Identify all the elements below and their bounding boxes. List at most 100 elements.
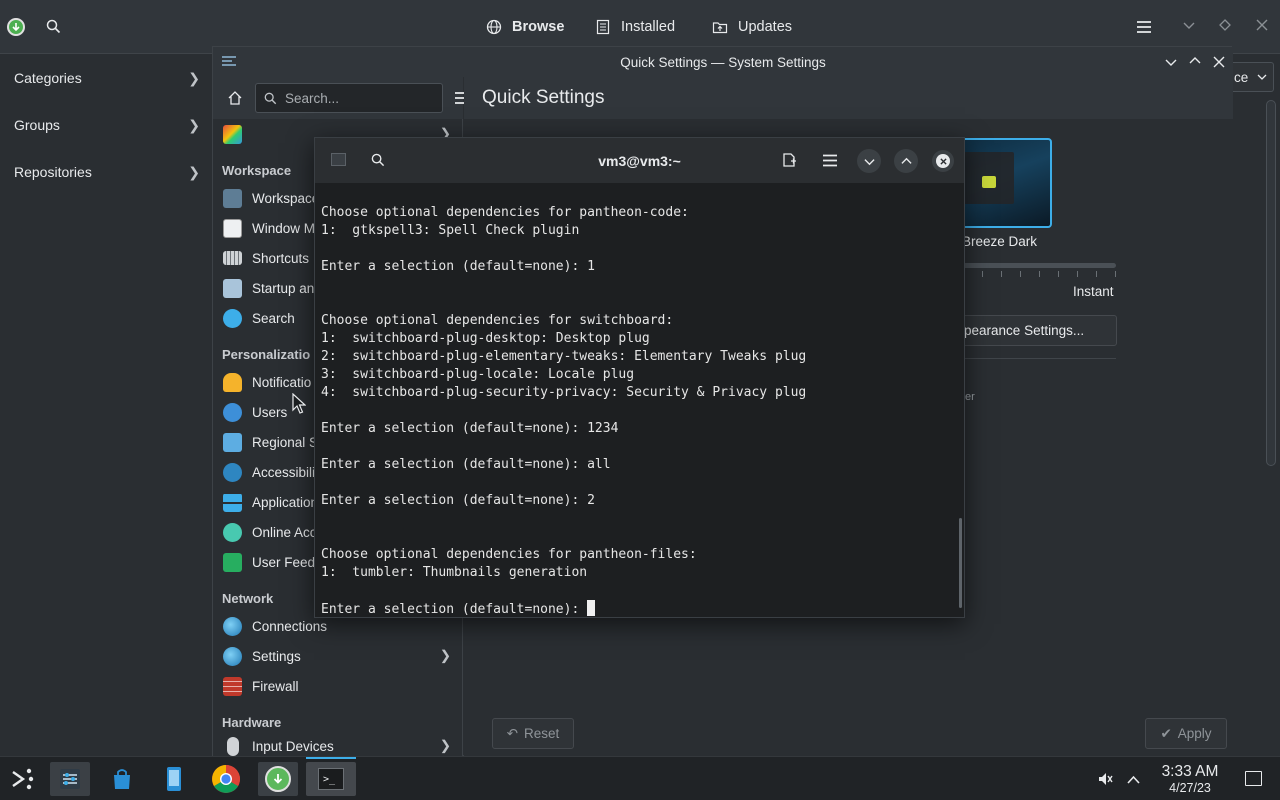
clock-date[interactable]: 4/27/23 xyxy=(1158,781,1222,795)
settings-search-input[interactable]: Search... xyxy=(255,83,443,113)
close-icon[interactable] xyxy=(1213,56,1225,71)
sidebar-item-label: Startup an xyxy=(252,280,315,296)
settings-search-row: Search... xyxy=(213,77,470,119)
mouse-icon xyxy=(227,736,239,756)
maximize-icon[interactable] xyxy=(894,149,918,173)
appearance-icon xyxy=(223,124,242,144)
divider xyxy=(944,358,1116,359)
taskbar-chrome[interactable] xyxy=(206,762,246,796)
section-header-personalization: Personalizatio xyxy=(222,347,311,362)
new-tab-icon[interactable] xyxy=(782,152,797,171)
sidebar-item-label: Workspace xyxy=(252,190,320,206)
animation-speed-slider[interactable] xyxy=(944,263,1116,268)
app-launcher-icon[interactable] xyxy=(8,765,36,793)
settings-window-title: Quick Settings — System Settings xyxy=(620,54,826,70)
section-header-network: Network xyxy=(222,591,274,606)
search-icon[interactable] xyxy=(371,153,385,170)
taskbar-konsole[interactable]: >_ xyxy=(306,762,356,796)
tab-browse-label: Browse xyxy=(512,19,565,35)
search-placeholder: Search... xyxy=(285,90,340,106)
bell-icon xyxy=(223,372,242,392)
chevron-right-icon: ❯ xyxy=(188,117,200,133)
checkmark-icon: ✔ xyxy=(1160,725,1172,741)
section-header-workspace: Workspace xyxy=(222,163,292,178)
close-icon[interactable] xyxy=(1256,19,1268,34)
clock-time[interactable]: 3:33 AM xyxy=(1158,763,1222,781)
theme-label: Breeze Dark xyxy=(962,234,1038,249)
terminal-line: Choose optional dependencies for pantheo… xyxy=(321,547,697,562)
terminal-line: Choose optional dependencies for pantheo… xyxy=(321,205,689,220)
chevron-right-icon: ❯ xyxy=(188,164,200,180)
settings-titlebar[interactable]: Quick Settings — System Settings xyxy=(213,47,1233,77)
minimize-icon[interactable] xyxy=(1183,19,1195,34)
sidebar-item-input-devices[interactable]: Input Devices ❯ xyxy=(213,735,463,757)
search-icon[interactable] xyxy=(46,19,61,37)
taskbar-discover-updater[interactable] xyxy=(258,762,298,796)
search-icon xyxy=(264,92,277,104)
terminal-line: Enter a selection (default=none): 1234 xyxy=(321,421,619,436)
terminal-output[interactable]: Choose optional dependencies for pantheo… xyxy=(321,204,951,618)
terminal-scrollbar[interactable] xyxy=(959,518,962,608)
tab-installed[interactable]: Installed xyxy=(595,14,675,40)
sidebar-item-groups[interactable]: Groups ❯ xyxy=(0,103,212,147)
terminal-line: Enter a selection (default=none): all xyxy=(321,457,611,472)
sidebar-item-network-settings[interactable]: Settings ❯ xyxy=(213,641,463,671)
konsole-window-title: vm3@vm3:~ xyxy=(598,152,681,169)
taskbar-file-manager[interactable] xyxy=(154,762,194,796)
apply-button[interactable]: ✔ Apply xyxy=(1145,718,1227,749)
konsole-titlebar[interactable]: vm3@vm3:~ xyxy=(315,138,964,183)
taskbar-discover[interactable] xyxy=(102,762,142,796)
animation-speed-label: Instant xyxy=(1073,284,1114,299)
terminal-line: 2: switchboard-plug-elementary-tweaks: E… xyxy=(321,349,807,364)
maximize-icon[interactable] xyxy=(1219,19,1231,34)
sidebar-item-categories[interactable]: Categories ❯ xyxy=(0,56,212,100)
tab-updates[interactable]: Updates xyxy=(712,14,792,40)
hamburger-menu-icon[interactable] xyxy=(1137,20,1151,37)
search-icon xyxy=(223,308,242,328)
sidebar-item-label: Settings xyxy=(252,648,301,664)
minimize-icon[interactable] xyxy=(857,149,881,173)
terminal-prompt-line[interactable]: Enter a selection (default=none): xyxy=(321,600,951,618)
sidebar-item-label: Input Devices xyxy=(252,738,334,754)
sidebar-item-label: Online Acc xyxy=(252,524,317,540)
show-desktop-icon[interactable] xyxy=(1245,771,1262,786)
sort-dropdown[interactable]: ce xyxy=(1230,62,1274,92)
globe-icon xyxy=(223,646,242,666)
terminal-line: 4: switchboard-plug-security-privacy: Se… xyxy=(321,385,807,400)
regional-icon xyxy=(223,432,242,452)
chevron-right-icon: ❯ xyxy=(188,70,200,86)
chevron-down-icon xyxy=(1257,74,1267,80)
workspace-behavior-icon xyxy=(223,188,242,208)
maximize-icon[interactable] xyxy=(1189,55,1201,70)
discover-scrollbar[interactable] xyxy=(1266,100,1276,466)
minimize-icon[interactable] xyxy=(1165,56,1177,71)
mouse-cursor-icon xyxy=(292,392,307,418)
sidebar-item-label: Connections xyxy=(252,618,328,634)
sidebar-item-label: Search xyxy=(252,310,295,326)
home-icon[interactable] xyxy=(227,90,243,109)
sidebar-item-firewall[interactable]: Firewall xyxy=(213,671,463,701)
sidebar-item-label: Categories xyxy=(14,70,82,86)
volume-muted-icon[interactable] xyxy=(1097,771,1113,790)
system-tray-expand-icon[interactable] xyxy=(1127,773,1140,788)
sidebar-item-label: Repositories xyxy=(14,164,92,180)
reset-button[interactable]: ↶ Reset xyxy=(492,718,574,749)
taskbar-active-indicator xyxy=(306,757,356,759)
sidebar-item-label: Window M xyxy=(252,220,316,236)
updates-icon xyxy=(712,22,728,34)
sidebar-item-repositories[interactable]: Repositories ❯ xyxy=(0,150,212,194)
tab-updates-label: Updates xyxy=(738,19,793,35)
slider-ticks xyxy=(944,271,1116,277)
terminal-line: 1: tumbler: Thumbnails generation xyxy=(321,565,588,580)
hamburger-menu-icon[interactable] xyxy=(823,154,837,170)
taskbar-system-settings[interactable] xyxy=(50,762,90,796)
konsole-window: vm3@vm3:~ Choose optional dependencies f… xyxy=(314,137,965,618)
tab-browse[interactable]: Browse xyxy=(486,14,564,40)
taskbar: >_ 3:33 AM 4/27/23 xyxy=(0,756,1280,800)
close-icon[interactable] xyxy=(932,150,954,172)
